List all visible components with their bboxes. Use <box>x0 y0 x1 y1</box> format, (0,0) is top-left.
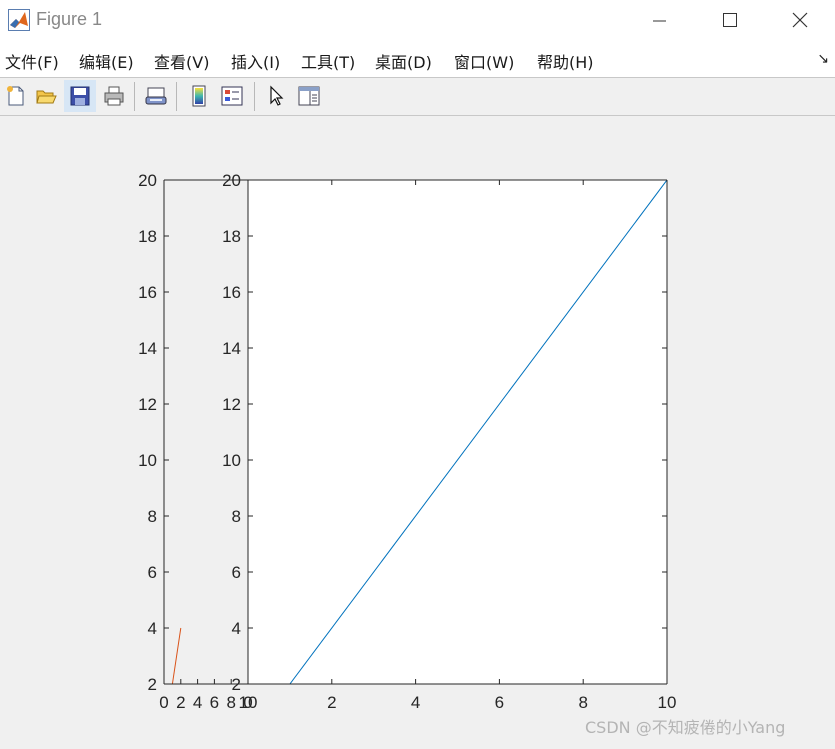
close-button[interactable] <box>765 0 835 41</box>
maximize-icon <box>723 13 737 27</box>
y-tick-label: 8 <box>232 507 241 526</box>
x-tick-label: 8 <box>578 693 587 712</box>
window-title: Figure 1 <box>36 9 103 29</box>
menu-tools[interactable]: 工具(T) <box>301 49 355 73</box>
x-tick-label: 0 <box>159 693 168 712</box>
figure-canvas: 2 4 6 8 10 12 14 16 18 20 0 2 4 6 8 10 2 4 6 8 10 12 14 16 18 20 0… <box>0 116 835 745</box>
print-button[interactable] <box>98 80 130 112</box>
x-tick-label: 4 <box>411 693 420 712</box>
menu-window[interactable]: 窗口(W) <box>454 49 514 73</box>
y-tick-label: 14 <box>222 339 241 358</box>
y-tick-label: 14 <box>138 339 157 358</box>
insert-colorbar-icon <box>192 85 206 107</box>
watermark: CSDN @不知疲倦的小Yang <box>585 718 786 737</box>
y-tick-label: 18 <box>138 227 157 246</box>
y-tick-label: 16 <box>222 283 241 302</box>
menu-view[interactable]: 查看(V) <box>154 49 209 73</box>
y-tick-label: 20 <box>138 171 157 190</box>
axes-background <box>248 180 667 684</box>
menu-help[interactable]: 帮助(H) <box>537 49 594 73</box>
y-tick-label: 6 <box>232 563 241 582</box>
insert-legend-icon <box>221 86 243 106</box>
x-tick-label: 2 <box>176 693 185 712</box>
title-bar: Figure 1 <box>0 0 835 41</box>
menu-file[interactable]: 文件(F) <box>5 49 59 73</box>
link-plot-button[interactable] <box>140 80 172 112</box>
insert-legend-button[interactable] <box>216 80 248 112</box>
print-icon <box>104 86 124 106</box>
edit-plot-button[interactable] <box>260 80 292 112</box>
menu-desktop[interactable]: 桌面(D) <box>375 49 432 73</box>
y-tick-label: 10 <box>222 451 241 470</box>
x-tick-label: 4 <box>193 693 202 712</box>
x-tick-label: 6 <box>495 693 504 712</box>
save-button[interactable] <box>64 80 96 112</box>
link-plot-icon <box>145 87 167 105</box>
y-tick-label: 18 <box>222 227 241 246</box>
toolbar <box>0 78 835 116</box>
menu-insert[interactable]: 插入(I) <box>231 49 280 73</box>
maximize-button[interactable] <box>695 0 765 41</box>
minimize-button[interactable] <box>625 0 695 41</box>
save-icon <box>70 86 90 106</box>
x-tick-label: 2 <box>327 693 336 712</box>
y-tick-label: 6 <box>148 563 157 582</box>
y-tick-label: 16 <box>138 283 157 302</box>
x-tick-label: 10 <box>658 693 677 712</box>
edit-plot-arrow-icon <box>270 85 284 106</box>
toolbar-separator <box>134 82 135 111</box>
y-tick-label: 8 <box>148 507 157 526</box>
matlab-icon <box>8 9 30 31</box>
y-tick-label: 10 <box>138 451 157 470</box>
open-file-button[interactable] <box>30 80 62 112</box>
menu-edit[interactable]: 编辑(E) <box>79 49 134 73</box>
toolbar-separator <box>254 82 255 111</box>
insert-colorbar-button[interactable] <box>183 80 215 112</box>
y-tick-label: 4 <box>232 619 241 638</box>
y-tick-label: 2 <box>148 675 157 694</box>
x-tick-label: 8 <box>226 693 235 712</box>
menu-bar: 文件(F) 编辑(E) 查看(V) 插入(I) 工具(T) 桌面(D) 窗口(W… <box>0 41 835 78</box>
property-inspector-icon <box>298 86 320 106</box>
new-figure-icon <box>7 86 24 106</box>
y-tick-label: 12 <box>138 395 157 414</box>
y-tick-label: 12 <box>222 395 241 414</box>
property-inspector-button[interactable] <box>293 80 325 112</box>
open-file-icon <box>36 90 57 104</box>
figure-svg: 24681012141618200 2 4 6 8 1024681012141618200… <box>138 171 677 712</box>
x-tick-label: 6 <box>210 693 219 712</box>
y-tick-label: 4 <box>148 619 157 638</box>
minimize-icon <box>653 20 666 22</box>
toolbar-separator <box>176 82 177 111</box>
new-figure-button[interactable] <box>0 80 32 112</box>
dock-arrow-icon[interactable]: ↘ <box>817 51 829 67</box>
x-tick-label: 10 <box>239 693 258 712</box>
close-icon <box>792 12 808 28</box>
